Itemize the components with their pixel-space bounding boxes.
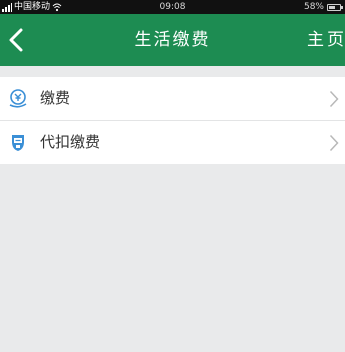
menu-item-payment[interactable]: 缴费 (0, 77, 345, 120)
page-title: 生活缴费 (134, 30, 211, 50)
home-button[interactable]: 主页 (307, 14, 345, 66)
battery-fill (329, 5, 335, 9)
chevron-right-icon (329, 134, 339, 152)
menu-item-auto-debit[interactable]: 代扣缴费 (0, 120, 345, 164)
menu-item-label: 缴费 (40, 89, 71, 107)
status-right: 58% (303, 0, 343, 14)
chevron-right-icon (329, 90, 339, 108)
header-bar: 生活缴费 主页 (0, 14, 345, 66)
status-time: 09:08 (159, 2, 186, 12)
menu-item-label: 代扣缴费 (40, 133, 101, 151)
status-bar: 中国移动 09:08 58% (0, 0, 345, 14)
battery-percent: 58% (303, 2, 324, 12)
auto-debit-icon (12, 135, 24, 151)
menu-list: 缴费 代扣缴费 (0, 77, 345, 164)
payment-icon (9, 89, 27, 108)
battery-icon (327, 3, 343, 11)
